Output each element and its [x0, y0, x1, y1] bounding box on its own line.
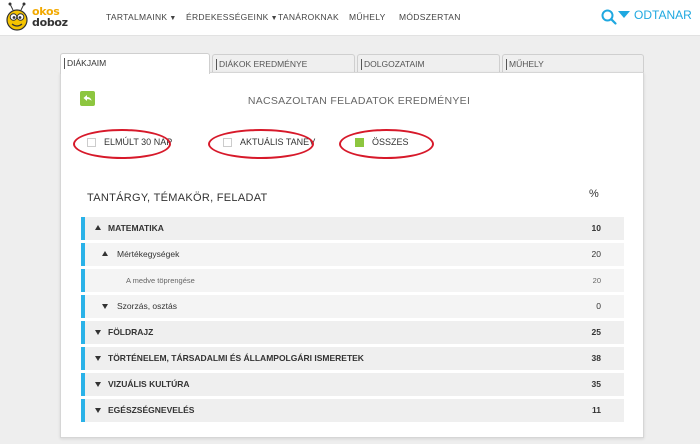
- tab-label: DIÁKJAIM: [67, 58, 107, 68]
- tab-label: MŰHELY: [509, 59, 544, 69]
- page-title: NACSAZOLTAN FELADATOK EREDMÉNYEI: [247, 95, 471, 107]
- bee-mascot-icon: [6, 2, 28, 31]
- nav-item-tanaroknak[interactable]: TANÁROKNAK: [278, 12, 339, 22]
- highlight-ring: [339, 129, 434, 159]
- row-label: VIZUÁLIS KULTÚRA: [108, 379, 190, 389]
- highlight-ring: [73, 129, 171, 159]
- row-value: 20: [591, 249, 601, 259]
- row-label: A medve töprengése: [126, 276, 195, 285]
- nav-item-muhely[interactable]: MŰHELY: [349, 12, 386, 22]
- row-value: 25: [591, 327, 601, 337]
- table-header-label: TANTÁRGY, TÉMAKÖR, FELADAT: [87, 192, 268, 204]
- highlight-ring: [208, 129, 314, 159]
- results-card: NACSAZOLTAN FELADATOK EREDMÉNYEI ELMÚLT …: [60, 72, 644, 438]
- caret-down-icon: ▼: [270, 15, 278, 22]
- caret-up-icon[interactable]: [102, 251, 108, 256]
- top-navigation-bar: okos doboz TARTALMAINK ▼ ÉRDEKESSÉGEINK ▼ …: [0, 0, 700, 36]
- tab-diakok-eredmenye[interactable]: DIÁKOK EREDMÉNYE: [212, 54, 355, 73]
- row-label: MATEMATIKA: [108, 223, 164, 233]
- table-row-vizualis-kultura[interactable]: VIZUÁLIS KULTÚRA 35: [81, 373, 624, 396]
- row-label: Szorzás, osztás: [117, 301, 177, 311]
- table-row-mertekegysegek[interactable]: Mértékegységek 20: [81, 243, 624, 266]
- tab-label: DIÁKOK EREDMÉNYE: [219, 59, 308, 69]
- row-value: 0: [596, 301, 601, 311]
- okosdoboz-logo[interactable]: okos doboz: [4, 2, 68, 34]
- table-row-matematika[interactable]: MATEMATIKA 10: [81, 217, 624, 240]
- row-value: 38: [591, 353, 601, 363]
- caret-down-icon[interactable]: [95, 408, 101, 413]
- nav-item-label: ÉRDEKESSÉGEINK: [186, 12, 269, 22]
- row-value: 11: [592, 405, 601, 415]
- table-row-tortenelem[interactable]: TÖRTÉNELEM, TÁRSADALMI ÉS ÁLLAMPOLGÁRI I…: [81, 347, 624, 370]
- nav-item-label: TARTALMAINK: [106, 12, 168, 22]
- search-icon[interactable]: [600, 8, 618, 26]
- row-label: FÖLDRAJZ: [108, 327, 154, 337]
- row-value: 20: [592, 276, 601, 285]
- tab-diakjaim[interactable]: DIÁKJAIM: [60, 53, 210, 74]
- logo-text-line2: doboz: [32, 16, 68, 29]
- tab-muhely[interactable]: MŰHELY: [502, 54, 644, 73]
- row-label: TÖRTÉNELEM, TÁRSADALMI ÉS ÁLLAMPOLGÁRI I…: [108, 353, 364, 363]
- user-dropdown-icon: [618, 11, 630, 18]
- user-menu[interactable]: ODTANAR: [618, 8, 692, 22]
- nav-item-label: TANÁROKNAK: [278, 12, 339, 22]
- caret-down-icon[interactable]: [102, 304, 108, 309]
- nav-item-label: MŰHELY: [349, 12, 386, 22]
- table-row-egeszsegneveles[interactable]: EGÉSZSÉGNEVELÉS 11: [81, 399, 624, 422]
- row-value: 10: [591, 223, 601, 233]
- table-row-foldrajz[interactable]: FÖLDRAJZ 25: [81, 321, 624, 344]
- nav-item-modszertan[interactable]: MÓDSZERTAN: [399, 12, 461, 22]
- row-value: 35: [591, 379, 601, 389]
- tab-label: DOLGOZATAIM: [364, 59, 425, 69]
- caret-up-icon[interactable]: [95, 225, 101, 230]
- table-row-a-medve-toprengese[interactable]: A medve töprengése 20: [81, 269, 624, 292]
- user-name: ODTANAR: [634, 8, 692, 22]
- row-label: EGÉSZSÉGNEVELÉS: [108, 405, 195, 415]
- caret-down-icon[interactable]: [95, 356, 101, 361]
- caret-down-icon: ▼: [169, 15, 177, 22]
- caret-down-icon[interactable]: [95, 330, 101, 335]
- nav-item-label: MÓDSZERTAN: [399, 12, 461, 22]
- row-label: Mértékegységek: [117, 249, 180, 259]
- tab-dolgozataim[interactable]: DOLGOZATAIM: [357, 54, 500, 73]
- logo-text: okos doboz: [32, 6, 68, 28]
- table-row-szorzas-osztas[interactable]: Szorzás, osztás 0: [81, 295, 624, 318]
- table-header-percent: %: [589, 188, 599, 200]
- nav-item-erdekessegeink[interactable]: ÉRDEKESSÉGEINK ▼: [186, 12, 278, 22]
- caret-down-icon[interactable]: [95, 382, 101, 387]
- nav-item-tartalmaink[interactable]: TARTALMAINK ▼: [106, 12, 177, 22]
